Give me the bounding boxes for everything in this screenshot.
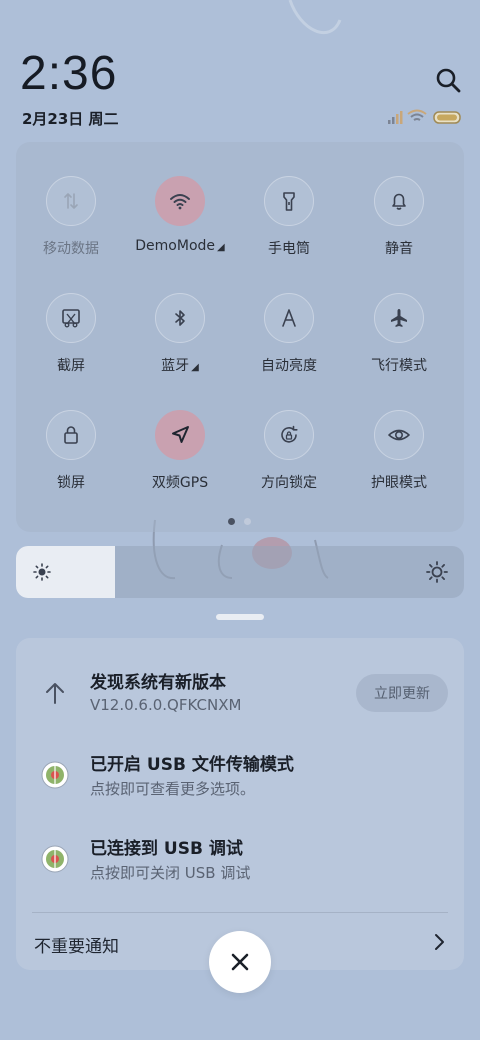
chevron-right-icon[interactable] (430, 932, 448, 952)
tile-wifi[interactable]: DemoMode ◢ (125, 176, 235, 276)
tile-rotation-lock[interactable]: 方向锁定 (234, 410, 344, 510)
notification-subtitle: V12.0.6.0.QFKCNXM (90, 696, 242, 714)
airplane-icon (374, 293, 424, 343)
tile-bluetooth[interactable]: 蓝牙 ◢ (125, 293, 235, 393)
notification-panel: 发现系统有新版本 V12.0.6.0.QFKCNXM 立即更新 已开启 USB … (16, 638, 464, 970)
tile-lock[interactable]: 锁屏 (16, 410, 126, 510)
tile-auto-brightness[interactable]: 自动亮度 (234, 293, 344, 393)
expand-triangle-icon: ◢ (217, 242, 225, 253)
tile-label: 锁屏 (57, 475, 85, 491)
tile-bell[interactable]: 静音 (344, 176, 454, 276)
brightness-slider[interactable] (16, 546, 464, 598)
notification-subtitle: 点按即可查看更多选项。 (90, 780, 256, 798)
tile-label: 截屏 (57, 358, 85, 374)
tile-screenshot[interactable]: 截屏 (16, 293, 126, 393)
tile-label: 手电筒 (268, 241, 310, 257)
date-label: 2月23日 周二 (22, 110, 119, 128)
clear-all-button[interactable] (209, 931, 271, 993)
notification-title: 已连接到 USB 调试 (90, 839, 243, 859)
notification-title: 发现系统有新版本 (90, 673, 226, 693)
tile-label: 移动数据 (43, 241, 99, 257)
eye-icon (374, 410, 424, 460)
lock-icon (46, 410, 96, 460)
screenshot-icon (46, 293, 96, 343)
flashlight-icon (264, 176, 314, 226)
page-dot (244, 518, 251, 525)
divider (32, 912, 448, 913)
battery-icon (433, 111, 461, 124)
tile-label: 飞行模式 (371, 358, 427, 374)
notification-update[interactable]: 发现系统有新版本 V12.0.6.0.QFKCNXM 立即更新 (16, 668, 464, 728)
tile-label: DemoMode ◢ (135, 238, 225, 254)
tile-label: 静音 (385, 241, 413, 257)
page-dot-active (228, 518, 235, 525)
drag-handle[interactable] (216, 614, 264, 620)
rotation-lock-icon (264, 410, 314, 460)
gps-icon (155, 410, 205, 460)
tile-label: 方向锁定 (261, 475, 317, 491)
notification-usb-transfer[interactable]: 已开启 USB 文件传输模式 点按即可查看更多选项。 (16, 750, 464, 810)
wifi-icon (155, 176, 205, 226)
clock: 2:36 (20, 47, 118, 100)
notification-title: 已开启 USB 文件传输模式 (90, 755, 294, 775)
tile-eye[interactable]: 护眼模式 (344, 410, 454, 510)
status-icons (388, 109, 461, 124)
page-indicator (228, 518, 258, 526)
android-system-icon (41, 845, 69, 873)
tile-label: 双频GPS (151, 475, 209, 491)
auto-brightness-icon (264, 293, 314, 343)
search-icon[interactable] (434, 66, 462, 94)
notification-subtitle: 点按即可关闭 USB 调试 (90, 864, 251, 882)
brightness-low-icon (33, 563, 51, 581)
android-system-icon (41, 761, 69, 789)
signal-icon (388, 111, 403, 124)
bell-icon (374, 176, 424, 226)
tile-flashlight[interactable]: 手电筒 (234, 176, 344, 276)
tile-label: 自动亮度 (261, 358, 317, 374)
brightness-fill (16, 546, 115, 598)
tile-airplane[interactable]: 飞行模式 (344, 293, 454, 393)
tile-label: 蓝牙 ◢ (161, 358, 199, 374)
unimportant-notifications-link[interactable]: 不重要通知 (34, 932, 119, 957)
expand-triangle-icon: ◢ (191, 362, 199, 373)
notification-usb-debug[interactable]: 已连接到 USB 调试 点按即可关闭 USB 调试 (16, 834, 464, 894)
brightness-high-icon (426, 561, 448, 583)
quick-settings-panel: 移动数据 DemoMode ◢ 手电筒 静音截屏 蓝牙 ◢ 自动亮度 飞行模式锁屏 双频GPS 方向… (16, 142, 464, 532)
mobile-data-icon (46, 176, 96, 226)
wifi-icon (407, 109, 427, 121)
update-now-button[interactable]: 立即更新 (356, 674, 448, 712)
tile-mobile-data[interactable]: 移动数据 (16, 176, 126, 276)
update-arrow-icon (46, 683, 64, 704)
bluetooth-icon (155, 293, 205, 343)
close-icon (231, 953, 249, 971)
tile-label: 护眼模式 (371, 475, 427, 491)
tile-gps[interactable]: 双频GPS (125, 410, 235, 510)
